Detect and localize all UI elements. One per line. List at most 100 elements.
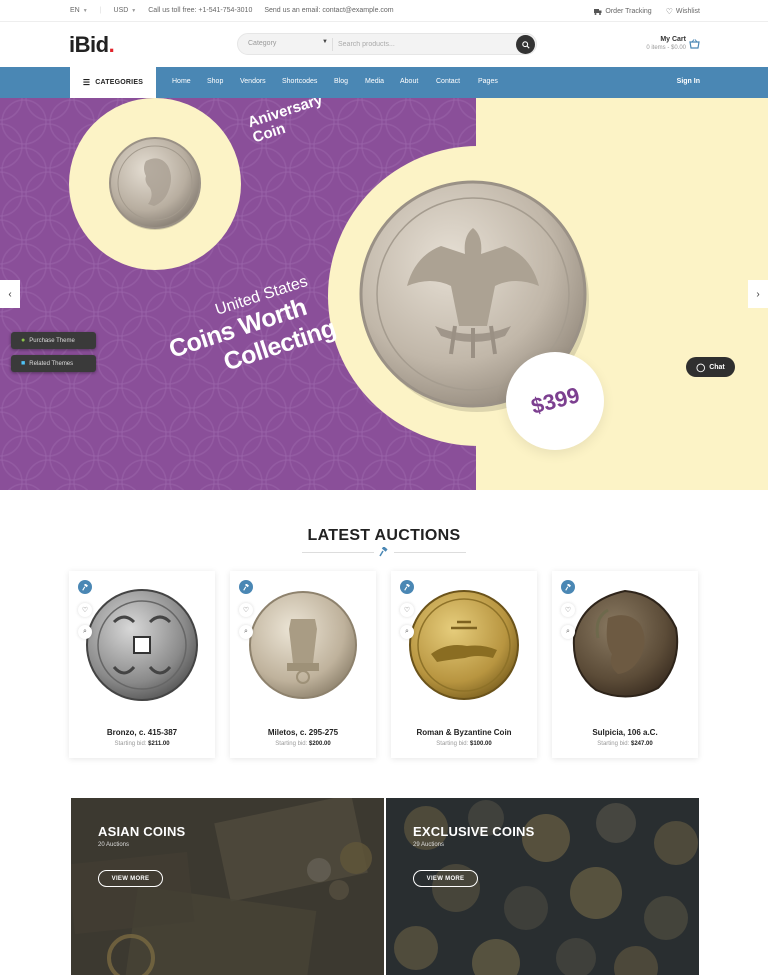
price-badge: $399 bbox=[506, 352, 604, 450]
email-text: Send us an email: contact@example.com bbox=[264, 7, 394, 14]
auction-name[interactable]: Roman & Byzantine Coin bbox=[391, 728, 537, 737]
nav-item-blog[interactable]: Blog bbox=[334, 78, 365, 85]
nav-item-shop[interactable]: Shop bbox=[207, 78, 240, 85]
auction-image[interactable] bbox=[391, 571, 537, 719]
cart-label: My Cart bbox=[660, 36, 686, 43]
starting-bid-label: Starting bid: bbox=[114, 741, 147, 747]
chevron-down-icon: ▼ bbox=[322, 39, 328, 45]
nav-item-home[interactable]: Home bbox=[172, 78, 207, 85]
starting-bid: Starting bid: $200.00 bbox=[230, 741, 376, 747]
currency-label: USD bbox=[113, 7, 129, 14]
auction-card[interactable]: ♡ ⌕ Bronzo, c. 415-387 Starting bid: $21… bbox=[69, 571, 215, 758]
wishlist-label: Wishlist bbox=[675, 8, 700, 15]
roman-coin-image bbox=[572, 589, 679, 698]
gavel-icon bbox=[81, 583, 88, 591]
order-tracking-label: Order Tracking bbox=[605, 8, 652, 15]
auction-badge bbox=[561, 580, 575, 594]
search-divider bbox=[332, 38, 333, 51]
nav-item-vendors[interactable]: Vendors bbox=[240, 78, 282, 85]
slider-next-button[interactable]: › bbox=[748, 280, 768, 308]
auction-name[interactable]: Sulpicia, 106 a.C. bbox=[552, 728, 698, 737]
basket-icon bbox=[689, 39, 700, 49]
search-category-select[interactable]: Category bbox=[248, 40, 328, 47]
nav-item-about[interactable]: About bbox=[400, 78, 436, 85]
chevron-right-icon: › bbox=[756, 288, 760, 300]
indian-coin-image bbox=[249, 591, 357, 699]
sign-in-link[interactable]: Sign In bbox=[677, 78, 700, 85]
wishlist-button[interactable]: ♡ bbox=[78, 603, 92, 617]
auction-image[interactable] bbox=[552, 571, 698, 719]
purchase-theme-label: Purchase Theme bbox=[29, 337, 75, 344]
wishlist-link[interactable]: ♡ Wishlist bbox=[666, 7, 700, 16]
banner-title: ASIAN COINS bbox=[98, 824, 186, 839]
search-button[interactable] bbox=[516, 35, 535, 54]
quick-view-button[interactable]: ⌕ bbox=[561, 625, 575, 639]
zoom-icon: ⌕ bbox=[405, 628, 409, 635]
auction-card[interactable]: ♡ ⌕ Miletos, c. 295-275 Starting bid: $2… bbox=[230, 571, 376, 758]
auction-card[interactable]: ♡ ⌕ Sulpicia, 106 a.C. Starting bid: $24… bbox=[552, 571, 698, 758]
auction-badge bbox=[239, 580, 253, 594]
currency-selector[interactable]: USD ▼ bbox=[114, 7, 137, 14]
purchase-theme-button[interactable]: ● Purchase Theme bbox=[11, 332, 96, 349]
starting-bid-price: $247.00 bbox=[631, 741, 653, 747]
zoom-icon: ⌕ bbox=[83, 628, 87, 635]
starting-bid-price: $100.00 bbox=[470, 741, 492, 747]
wishlist-button[interactable]: ♡ bbox=[561, 603, 575, 617]
quick-view-button[interactable]: ⌕ bbox=[400, 625, 414, 639]
wishlist-button[interactable]: ♡ bbox=[400, 603, 414, 617]
banner-title: EXCLUSIVE COINS bbox=[413, 824, 535, 839]
chinese-coin-image bbox=[86, 589, 198, 701]
view-more-button[interactable]: VIEW MORE bbox=[98, 870, 163, 887]
chat-bubble-icon: ◯ bbox=[696, 362, 706, 372]
quick-view-button[interactable]: ⌕ bbox=[239, 625, 253, 639]
quick-view-button[interactable]: ⌕ bbox=[78, 625, 92, 639]
banner-count: 29 Auctions bbox=[413, 842, 445, 848]
heart-icon: ♡ bbox=[403, 607, 411, 614]
view-more-button[interactable]: VIEW MORE bbox=[413, 870, 478, 887]
nav-item-media[interactable]: Media bbox=[365, 78, 400, 85]
language-label: EN bbox=[70, 7, 80, 14]
language-selector[interactable]: EN ▼ bbox=[70, 7, 88, 14]
heart-icon: ♡ bbox=[242, 607, 250, 614]
starting-bid: Starting bid: $247.00 bbox=[552, 741, 698, 747]
wishlist-button[interactable]: ♡ bbox=[239, 603, 253, 617]
auction-name[interactable]: Bronzo, c. 415-387 bbox=[69, 728, 215, 737]
title-underline-right bbox=[394, 552, 466, 553]
phone-text: Call us toll free: +1-541-754-3010 bbox=[148, 7, 253, 14]
tiger-coin-image bbox=[409, 590, 519, 700]
auction-image[interactable] bbox=[230, 571, 376, 719]
leaf-icon: ● bbox=[21, 337, 26, 344]
chat-label: Chat bbox=[709, 363, 725, 371]
exclusive-coins-banner[interactable]: EXCLUSIVE COINS 29 Auctions VIEW MORE bbox=[386, 798, 699, 975]
nav-item-contact[interactable]: Contact bbox=[436, 78, 478, 85]
asian-coins-banner[interactable]: ASIAN COINS 20 Auctions VIEW MORE bbox=[71, 798, 384, 975]
auction-name[interactable]: Miletos, c. 295-275 bbox=[230, 728, 376, 737]
order-tracking-link[interactable]: Order Tracking bbox=[594, 7, 652, 16]
heart-icon: ♡ bbox=[81, 607, 89, 614]
categories-button[interactable]: ☰ CATEGORIES bbox=[70, 67, 156, 98]
title-underline-left bbox=[302, 552, 374, 553]
related-themes-button[interactable]: ■ Related Themes bbox=[11, 355, 96, 372]
logo[interactable]: iBid. bbox=[69, 32, 115, 58]
themes-icon: ■ bbox=[21, 360, 26, 367]
chat-button[interactable]: ◯ Chat bbox=[686, 357, 735, 377]
slider-prev-button[interactable]: ‹ bbox=[0, 280, 20, 308]
hero-slider: Aniversary Coin United States Coins Wort… bbox=[0, 98, 768, 490]
divider: | bbox=[99, 7, 102, 14]
latest-auctions-title: LATEST AUCTIONS bbox=[307, 527, 461, 544]
search-icon bbox=[521, 40, 530, 49]
hamburger-icon: ☰ bbox=[82, 78, 91, 87]
search-input[interactable] bbox=[338, 37, 508, 52]
zoom-icon: ⌕ bbox=[244, 628, 248, 635]
starting-bid-label: Starting bid: bbox=[597, 741, 630, 747]
auction-card[interactable]: ♡ ⌕ Roman & Byzantine Coin Starting bid:… bbox=[391, 571, 537, 758]
starting-bid-price: $211.00 bbox=[148, 741, 170, 747]
categories-label: CATEGORIES bbox=[95, 79, 144, 86]
price-value: $399 bbox=[527, 382, 582, 419]
chevron-down-icon: ▼ bbox=[82, 7, 88, 14]
banner-count: 20 Auctions bbox=[98, 842, 130, 848]
nav-item-pages[interactable]: Pages bbox=[478, 78, 508, 85]
cart-widget[interactable]: My Cart 0 items - $0.00 bbox=[646, 36, 700, 51]
auction-image[interactable] bbox=[69, 571, 215, 719]
nav-item-shortcodes[interactable]: Shortcodes bbox=[282, 78, 334, 85]
